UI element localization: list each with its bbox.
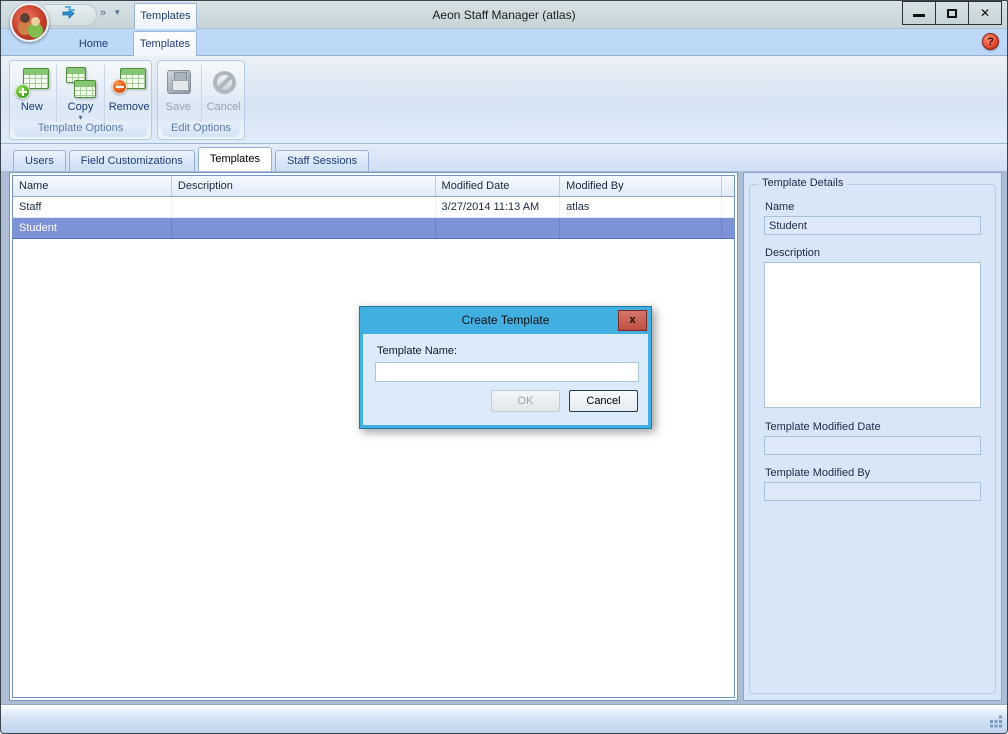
- table-row-student[interactable]: Student: [13, 218, 734, 239]
- dialog-ok-button[interactable]: OK: [491, 390, 560, 412]
- template-name-label: Template Name:: [377, 345, 457, 357]
- cancel-edit-button[interactable]: Cancel: [203, 64, 244, 113]
- status-bar: [1, 704, 1007, 733]
- client-area: Name Description Modified Date Modified …: [1, 171, 1007, 704]
- column-header-description[interactable]: Description: [172, 176, 436, 196]
- qat-overflow-icon[interactable]: »: [100, 7, 106, 19]
- create-template-dialog: Create Template x Template Name: OK Canc…: [359, 306, 652, 429]
- save-icon: [161, 67, 195, 99]
- ribbon-tab-strip: Home Templates ?: [1, 29, 1007, 56]
- grid-header-row: Name Description Modified Date Modified …: [13, 176, 734, 197]
- content-tab-strip: Users Field Customizations Templates Sta…: [1, 144, 1007, 171]
- group-separator: [56, 65, 57, 123]
- template-modified-by-field[interactable]: [764, 482, 981, 501]
- group-separator: [104, 65, 105, 123]
- ribbon-tab-templates[interactable]: Templates: [133, 31, 197, 56]
- save-button[interactable]: Save: [158, 64, 199, 113]
- app-logo-button[interactable]: [10, 3, 49, 42]
- new-template-button[interactable]: New: [10, 64, 54, 113]
- qat-dropdown-icon[interactable]: ▾: [115, 7, 120, 18]
- dialog-close-icon: x: [629, 314, 635, 326]
- cancel-icon: [207, 67, 241, 99]
- template-modified-by-label: Template Modified By: [765, 467, 981, 479]
- minimize-icon: [913, 14, 925, 17]
- ribbon-tab-home[interactable]: Home: [56, 32, 131, 56]
- template-details-groupbox: Template Details Name Description Templa…: [749, 184, 996, 694]
- column-header-filler: [722, 176, 734, 196]
- app-window: Aeon Staff Manager (atlas) » ▾ Templates…: [0, 0, 1008, 734]
- tab-staff-sessions[interactable]: Staff Sessions: [275, 150, 369, 171]
- group-label-edit-options: Edit Options: [162, 122, 240, 137]
- close-icon: ✕: [980, 6, 990, 20]
- column-header-name[interactable]: Name: [13, 176, 172, 196]
- group-label-template-options: Template Options: [14, 122, 147, 137]
- copy-template-button[interactable]: Copy ▾: [59, 64, 103, 121]
- window-controls: ✕: [903, 1, 1002, 25]
- description-field[interactable]: [764, 262, 981, 408]
- dialog-close-button[interactable]: x: [618, 310, 647, 331]
- resize-grip-icon[interactable]: [990, 716, 1003, 729]
- minimize-button[interactable]: [902, 1, 936, 25]
- tab-field-customizations[interactable]: Field Customizations: [69, 150, 195, 171]
- template-modified-date-field[interactable]: [764, 436, 981, 455]
- name-label: Name: [765, 201, 981, 213]
- copy-template-icon: [64, 67, 98, 99]
- ribbon-group-template-options: New Copy ▾ Remove Templa: [9, 60, 152, 140]
- dialog-title: Create Template: [360, 307, 651, 334]
- ribbon: New Copy ▾ Remove Templa: [1, 56, 1007, 144]
- close-button[interactable]: ✕: [968, 1, 1002, 25]
- column-header-modified-date[interactable]: Modified Date: [436, 176, 561, 196]
- tab-templates[interactable]: Templates: [198, 147, 272, 171]
- template-name-input[interactable]: [375, 362, 639, 382]
- column-header-modified-by[interactable]: Modified By: [560, 176, 722, 196]
- dialog-cancel-button[interactable]: Cancel: [569, 390, 638, 412]
- help-button[interactable]: ?: [982, 33, 999, 50]
- template-details-title: Template Details: [758, 177, 847, 189]
- title-bar: Aeon Staff Manager (atlas) » ▾ Templates…: [1, 1, 1007, 29]
- templates-grid-panel: Name Description Modified Date Modified …: [9, 172, 738, 701]
- description-label: Description: [765, 247, 981, 259]
- new-template-icon: [15, 67, 49, 99]
- template-details-panel: Template Details Name Description Templa…: [743, 172, 1002, 701]
- remove-template-icon: [112, 67, 146, 99]
- name-field[interactable]: [764, 216, 981, 235]
- remove-template-button[interactable]: Remove: [107, 64, 151, 113]
- table-row-staff[interactable]: Staff 3/27/2014 11:13 AM atlas: [13, 197, 734, 218]
- template-modified-date-label: Template Modified Date: [765, 421, 981, 433]
- maximize-button[interactable]: [935, 1, 969, 25]
- ribbon-group-edit-options: Save Cancel Edit Options: [157, 60, 245, 140]
- caption-tab-templates[interactable]: Templates: [134, 3, 197, 29]
- maximize-icon: [947, 9, 957, 18]
- copy-dropdown-icon[interactable]: ▾: [79, 115, 83, 121]
- switch-user-icon[interactable]: [59, 5, 79, 24]
- dialog-body: Template Name: OK Cancel: [363, 334, 648, 425]
- group-separator: [201, 65, 202, 123]
- tab-users[interactable]: Users: [13, 150, 66, 171]
